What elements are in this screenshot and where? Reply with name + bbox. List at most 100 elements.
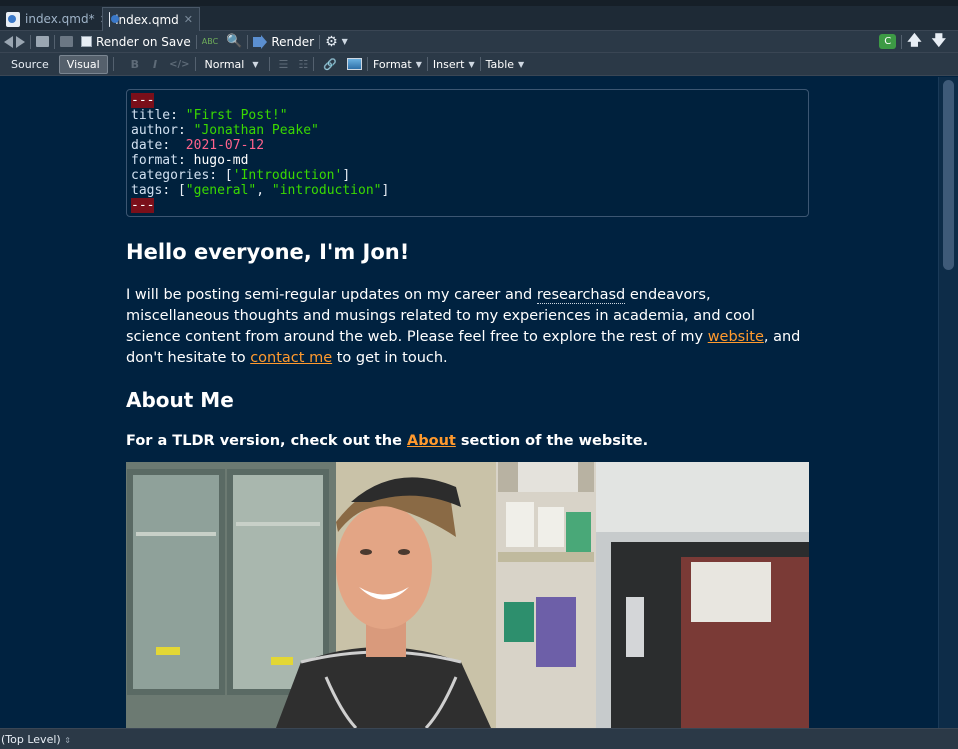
scrollbar-thumb[interactable] [943,80,954,270]
yaml-key: author [131,123,178,138]
render-on-save-toggle[interactable]: Render on Save [81,35,191,49]
insert-label: Insert [432,57,465,71]
back-arrow-icon [4,35,13,48]
insert-chunk-button[interactable]: C [879,34,897,49]
go-to-previous-section-button[interactable]: 🡅 [907,30,921,54]
text-run: section of the website. [455,433,649,449]
intro-paragraph[interactable]: I will be posting semi-regular updates o… [126,285,809,369]
updown-caret-icon: ⇕ [64,735,71,745]
tldr-paragraph[interactable]: For a TLDR version, check out the About … [126,431,809,451]
divider [268,57,270,71]
divider [366,57,368,71]
render-label: Render [271,34,315,49]
tab-index-qmd-modified[interactable]: index.qmd* ✕ [0,7,115,31]
tab-bar: index.qmd* ✕ index.qmd ✕ [0,0,958,31]
vertical-scrollbar[interactable] [938,77,958,728]
numbered-list-icon[interactable]: ☷ [298,58,308,71]
divider [195,34,197,49]
tab-bar-top-strip [0,0,958,6]
yaml-categories-value: 'Introduction' [232,168,343,183]
editor-toolbar: Render on Save ABC 🔍 Render ⚙ ▼ C 🡅 🡇 [0,31,958,53]
yaml-tag-value: "general" [185,183,257,198]
show-in-window-button[interactable] [36,36,49,47]
divider [426,57,428,71]
divider [54,34,55,49]
heading-hello[interactable]: Hello everyone, I'm Jon! [126,239,809,265]
yaml-author-value: "Jonathan Peake" [193,123,319,138]
chevron-down-icon: ▼ [415,59,422,69]
go-to-next-section-button[interactable]: 🡇 [932,30,946,54]
bullet-list-icon[interactable]: ☰ [279,58,289,71]
yaml-format-value: hugo-md [193,153,249,168]
chevron-down-icon: ▼ [518,59,525,69]
spellcheck-icon[interactable]: ABC [202,37,218,46]
back-button[interactable] [4,35,13,48]
find-replace-icon[interactable]: 🔍 [226,34,242,49]
yaml-key: title [131,108,171,123]
settings-menu-button[interactable]: ⚙ ▼ [325,34,348,50]
close-icon[interactable]: ✕ [184,13,193,26]
chevron-down-icon: ▼ [468,59,475,69]
text-run: to get in touch. [332,350,448,366]
divider [194,57,196,71]
table-menu[interactable]: Table ▼ [486,58,525,71]
down-arrow-icon: 🡇 [931,32,946,49]
text-run: I will be posting semi-regular updates o… [126,287,537,303]
format-menu[interactable]: Format ▼ [373,58,422,71]
divider [112,57,114,71]
misspelled-word[interactable]: researchasd [536,287,626,304]
bold-button[interactable]: B [131,58,139,71]
yaml-delimiter: --- [131,198,155,213]
tab-index-qmd[interactable]: index.qmd ✕ [102,7,200,31]
scope-selector[interactable]: (Top Level) ⇕ [1,733,71,746]
yaml-tag-value: "introduction" [271,183,382,198]
document-body[interactable]: Hello everyone, I'm Jon! I will be posti… [126,239,809,471]
divider [30,34,31,49]
yaml-key: date [131,138,163,153]
scope-label: (Top Level) [1,732,61,746]
code-button[interactable]: </> [169,59,189,70]
yaml-front-matter[interactable]: --- title: "First Post!" author: "Jonath… [126,89,809,217]
yaml-date-value: 2021-07-12 [185,138,265,153]
quarto-file-icon [6,11,20,27]
forward-button[interactable] [16,35,25,48]
source-mode-button[interactable]: Source [4,56,56,73]
render-on-save-checkbox[interactable] [81,36,92,47]
divider [313,57,315,71]
profile-photo-image [126,462,809,728]
forward-arrow-icon [16,35,25,48]
divider [319,34,321,49]
text-run: For a TLDR version, check out the [126,433,408,449]
render-button[interactable]: Render [253,34,315,49]
about-link[interactable]: About [407,433,456,449]
paragraph-style-dropdown[interactable]: Normal ▼ [205,58,259,71]
paragraph-style-label: Normal [204,57,245,71]
tab-label: index.qmd* [25,12,95,26]
add-chunk-icon: C [879,34,897,49]
yaml-delimiter: --- [131,93,155,108]
status-bar: (Top Level) ⇕ [0,728,958,749]
visual-editor-toolbar: Source Visual B I </> Normal ▼ ☰ ☷ 🔗 For… [0,53,958,76]
save-button[interactable] [60,36,73,47]
up-arrow-icon: 🡅 [907,32,922,49]
render-arrow-icon [253,34,268,49]
yaml-key: categories [131,168,210,183]
website-link[interactable]: website [708,329,764,345]
chevron-down-icon: ▼ [252,59,259,69]
insert-link-icon[interactable]: 🔗 [323,58,337,71]
heading-about-me[interactable]: About Me [126,387,809,413]
quarto-file-icon [109,12,122,27]
profile-photo[interactable] [126,462,809,728]
tab-label: index.qmd [115,12,179,27]
visual-mode-button[interactable]: Visual [58,54,108,74]
yaml-key: format [131,153,178,168]
popout-icon [36,36,49,47]
contact-me-link[interactable]: contact me [250,350,332,366]
insert-menu[interactable]: Insert ▼ [433,58,475,71]
insert-image-icon[interactable] [346,58,362,70]
yaml-title-value: "First Post!" [185,108,288,123]
italic-button[interactable]: I [153,58,157,71]
divider [901,34,903,49]
divider [479,57,481,71]
gear-icon: ⚙ [325,33,338,50]
